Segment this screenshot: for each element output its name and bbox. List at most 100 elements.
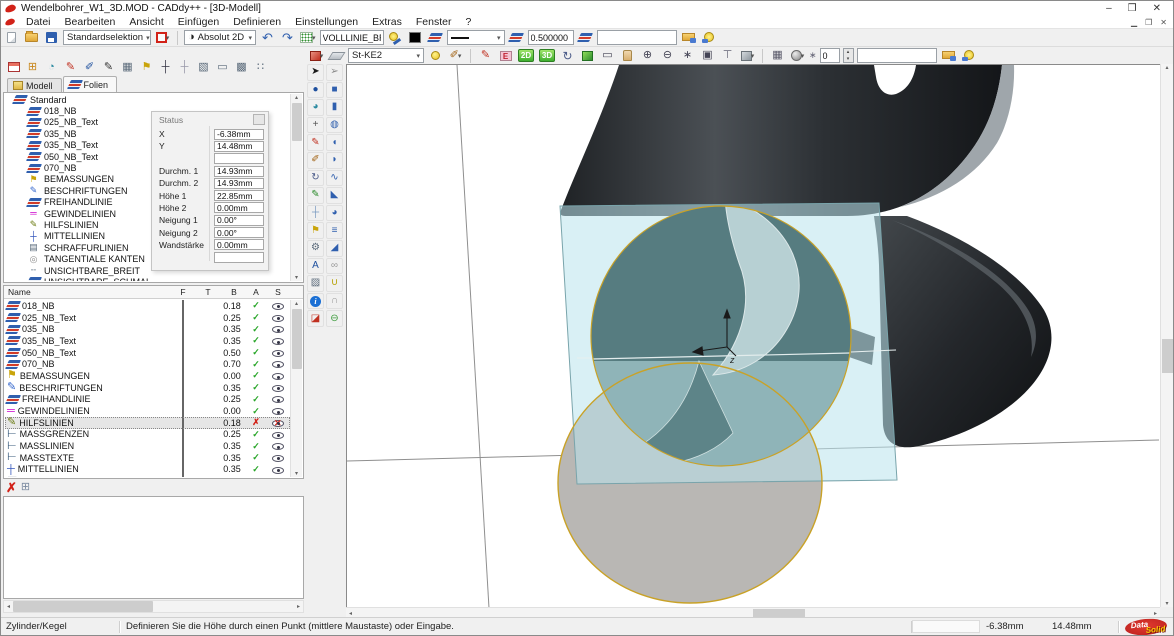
status-field-input-durchm-1[interactable]	[214, 166, 264, 177]
save-file-button[interactable]	[43, 30, 60, 46]
raster-button[interactable]: ∷	[252, 59, 269, 75]
delete-icon[interactable]: ✗	[6, 481, 17, 494]
menu-einfgen[interactable]: Einfügen	[171, 16, 226, 29]
menu-fenster[interactable]: Fenster	[409, 16, 459, 29]
grid-settings-button[interactable]: ▾	[299, 30, 317, 46]
linestyle-combo[interactable]: ▾	[447, 30, 505, 45]
table-row-gewindelinien[interactable]: ═GEWINDELINIEN0.00✓	[5, 405, 290, 417]
table-view-button[interactable]: ▦	[119, 59, 136, 75]
intersect-tool-button[interactable]: ∩	[326, 293, 343, 310]
status-field-input-y[interactable]	[214, 141, 264, 152]
visible-eye-icon[interactable]	[272, 338, 284, 345]
column-t[interactable]: T	[194, 287, 222, 297]
crosshair-button[interactable]: ┼	[157, 59, 174, 75]
menu-datei[interactable]: Datei	[19, 16, 58, 29]
mdi-close-button[interactable]: ✕	[1160, 18, 1167, 27]
select-tool-button[interactable]: ➤	[307, 64, 324, 81]
wedge-right-tool-button[interactable]: ◢	[326, 240, 343, 257]
selection-filter-button[interactable]: ▾	[154, 30, 171, 46]
status-panel-button[interactable]	[253, 114, 265, 125]
box-solid-tool-button[interactable]: ■	[326, 82, 343, 99]
color-swatch[interactable]	[182, 335, 184, 347]
mdi-minimize-button[interactable]: ▁	[1131, 18, 1137, 27]
visible-eye-icon[interactable]	[272, 455, 284, 462]
table-row-070_nb[interactable]: 070_NB0.70✓	[5, 358, 290, 370]
union-tool-button[interactable]: ∪	[326, 275, 343, 292]
scroll-up-icon[interactable]: ▴	[295, 94, 298, 101]
attribute-name-input[interactable]	[597, 30, 677, 45]
open-file-button[interactable]	[23, 30, 40, 46]
table-row-massgrenzen[interactable]: ⊢MASSGRENZEN0.25✓	[5, 429, 290, 441]
table-row-025_nb_text[interactable]: 025_NB_Text0.25✓	[5, 312, 290, 324]
raster-button[interactable]: ▦	[769, 48, 786, 64]
highlight-view-button[interactable]	[960, 48, 977, 64]
coordinate-mode-combo[interactable]: ◑ Absolut 2D ▾	[184, 30, 256, 45]
color-swatch[interactable]	[182, 312, 184, 324]
table-row-hilfslinien[interactable]: ✎HILFSLINIEN0.18✗	[5, 417, 290, 429]
color-swatch[interactable]	[182, 393, 184, 405]
load-attributes-button[interactable]	[680, 30, 697, 46]
settings-tool-button[interactable]: ⚙	[307, 240, 324, 257]
sketch-tool-button[interactable]: ✎	[307, 134, 324, 151]
torus-solid-tool-button[interactable]: ◍	[326, 117, 343, 134]
rotate-tool-button[interactable]: ↻	[307, 170, 324, 187]
active-check-icon[interactable]: ✓	[252, 464, 260, 474]
viewport-vertical-scrollbar[interactable]: ▴ ▾	[1160, 64, 1173, 607]
color-swatch[interactable]	[182, 358, 184, 370]
wedge-left-tool-button[interactable]: ◣	[326, 187, 343, 204]
visible-eye-icon[interactable]	[272, 396, 284, 403]
pen-h-button[interactable]: ✎	[100, 59, 117, 75]
table-row-bemassungen[interactable]: ⚑BEMASSUNGEN0.00✓	[5, 370, 290, 382]
pick-tool-button[interactable]: ➢	[326, 64, 343, 81]
move-tool-button[interactable]: +	[307, 117, 324, 134]
zoom-window-button[interactable]: ▭	[599, 48, 616, 64]
viewport-3d[interactable]: z	[346, 64, 1160, 607]
eraser-button[interactable]: E	[497, 48, 514, 64]
box-3d-button[interactable]: ▧	[195, 59, 212, 75]
menu-einstellungen[interactable]: Einstellungen	[288, 16, 365, 29]
snap-tool-button[interactable]: ┼	[307, 205, 324, 222]
zoom-in-button[interactable]: ⊕	[639, 48, 656, 64]
scroll-up-icon[interactable]: ▴	[295, 300, 298, 307]
color-swatch[interactable]	[182, 382, 184, 394]
pen-bulb-button[interactable]	[387, 30, 404, 46]
scroll-left-icon[interactable]: ◂	[346, 610, 355, 617]
visible-eye-icon[interactable]	[272, 373, 284, 380]
menu-?[interactable]: ?	[459, 16, 479, 29]
slab-button[interactable]: ▭	[214, 59, 231, 75]
highlight-button[interactable]	[700, 30, 717, 46]
color-swatch[interactable]	[182, 440, 184, 452]
apply-linestyle-button[interactable]	[508, 30, 525, 46]
copy-button[interactable]: ⊞	[24, 59, 41, 75]
message-box[interactable]	[3, 496, 304, 599]
solid-mode-button[interactable]: ▾	[308, 48, 325, 64]
scroll-right-icon[interactable]: ▸	[1151, 610, 1160, 617]
active-check-icon[interactable]: ✓	[252, 441, 260, 451]
status-field-input-h-he-1[interactable]	[214, 190, 264, 201]
tab-modell[interactable]: Modell	[7, 78, 62, 92]
column-name[interactable]: Name	[4, 287, 172, 297]
measure-button[interactable]: ⊤	[719, 48, 736, 64]
active-check-icon[interactable]: ✓	[252, 370, 260, 380]
linetype-input[interactable]	[320, 30, 384, 45]
status-field-input-x[interactable]	[214, 129, 264, 140]
measure-pen-button[interactable]: ✐▾	[447, 48, 464, 64]
table-row-freihandlinie[interactable]: FREIHANDLINIE0.25✓	[5, 394, 290, 406]
status-field-input-blank-2[interactable]	[214, 153, 264, 164]
fillet-tool-button[interactable]: ◕	[326, 205, 343, 222]
linewidth-input[interactable]	[528, 30, 574, 45]
status-field-input-neigung-1[interactable]	[214, 215, 264, 226]
solid-box-button[interactable]: ▩	[233, 59, 250, 75]
scroll-down-icon[interactable]: ▾	[295, 274, 298, 281]
extra-input[interactable]	[857, 48, 937, 63]
refresh-view-button[interactable]: ◔	[43, 59, 60, 75]
view-2d-button[interactable]: 2D	[517, 48, 535, 64]
menu-bearbeiten[interactable]: Bearbeiten	[58, 16, 123, 29]
load-view-button[interactable]	[940, 48, 957, 64]
color-swatch[interactable]	[182, 417, 184, 429]
color-swatch[interactable]	[182, 323, 184, 335]
status-field-input-neigung-2[interactable]	[214, 227, 264, 238]
light-button[interactable]	[427, 48, 444, 64]
color-swatch[interactable]	[182, 428, 184, 440]
new-file-button[interactable]	[3, 30, 20, 46]
